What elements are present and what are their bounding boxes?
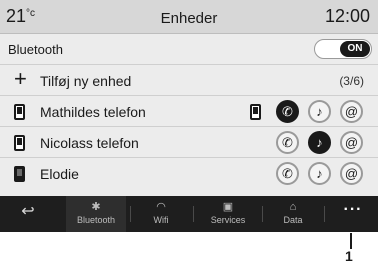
nav-data[interactable]: ⌂ Data	[265, 196, 321, 232]
call-icon[interactable]: ✆	[276, 162, 299, 185]
bluetooth-label: Bluetooth	[8, 42, 63, 57]
at-icon[interactable]: @	[340, 100, 363, 123]
back-button[interactable]: ↩	[0, 196, 56, 232]
music-icon[interactable]: ♪	[308, 131, 331, 154]
callout-line	[350, 233, 352, 249]
music-icon[interactable]: ♪	[308, 162, 331, 185]
call-icon[interactable]: ✆	[276, 131, 299, 154]
at-icon[interactable]: @	[340, 131, 363, 154]
devices-screen: 21°c Enheder 12:00 Bluetooth ON + Tilføj…	[0, 0, 378, 232]
device-name: Elodie	[40, 166, 79, 182]
at-icon[interactable]: @	[340, 162, 363, 185]
screen-title: Enheder	[160, 10, 218, 27]
nav-label: Data	[283, 215, 303, 225]
device-name: Nicolass telefon	[40, 135, 139, 151]
nav-divider	[130, 206, 131, 222]
add-device-label: Tilføj ny enhed	[40, 73, 132, 89]
bluetooth-icon: ✱	[91, 201, 101, 213]
data-icon: ⌂	[289, 201, 297, 213]
nav-divider	[324, 206, 325, 222]
services-icon: ▣	[222, 201, 234, 213]
nav-services[interactable]: ▣ Services	[197, 196, 259, 232]
nav-divider	[262, 206, 263, 222]
call-icon[interactable]: ✆	[276, 100, 299, 123]
bottom-nav: ↩ ✱ Bluetooth ◠ Wifi ▣ Services ⌂ Data ·…	[0, 196, 378, 232]
wifi-icon: ◠	[156, 201, 166, 213]
more-options-button[interactable]: ···	[328, 196, 378, 232]
nav-wifi[interactable]: ◠ Wifi	[133, 196, 189, 232]
phone-icon	[14, 135, 25, 151]
nav-divider	[193, 206, 194, 222]
callout-number: 1	[345, 248, 353, 264]
nav-label: Services	[210, 215, 246, 225]
device-row[interactable]: Nicolass telefon ✆ ♪ @	[0, 127, 378, 158]
add-device-row[interactable]: + Tilføj ny enhed (3/6)	[0, 65, 378, 96]
bluetooth-row: Bluetooth ON	[0, 34, 378, 65]
device-name: Mathildes telefon	[40, 104, 146, 120]
device-row[interactable]: Mathildes telefon ✆ ♪ @	[0, 96, 378, 127]
status-bar: 21°c Enheder 12:00	[0, 0, 378, 34]
bluetooth-toggle[interactable]: ON	[314, 39, 372, 59]
more-icon: ···	[343, 201, 363, 218]
back-icon: ↩	[21, 203, 35, 220]
nav-label: Wifi	[153, 215, 169, 225]
phone-icon	[14, 166, 25, 182]
nav-label: Bluetooth	[76, 215, 116, 225]
active-device-phone-icon	[250, 104, 261, 120]
device-row[interactable]: Elodie ✆ ♪ @	[0, 158, 378, 189]
phone-icon	[14, 104, 25, 120]
device-count: (3/6)	[339, 74, 364, 88]
clock: 12:00	[324, 6, 370, 26]
toggle-knob: ON	[340, 41, 370, 57]
plus-icon: +	[14, 66, 27, 91]
nav-bluetooth[interactable]: ✱ Bluetooth	[66, 196, 126, 232]
music-icon[interactable]: ♪	[308, 100, 331, 123]
